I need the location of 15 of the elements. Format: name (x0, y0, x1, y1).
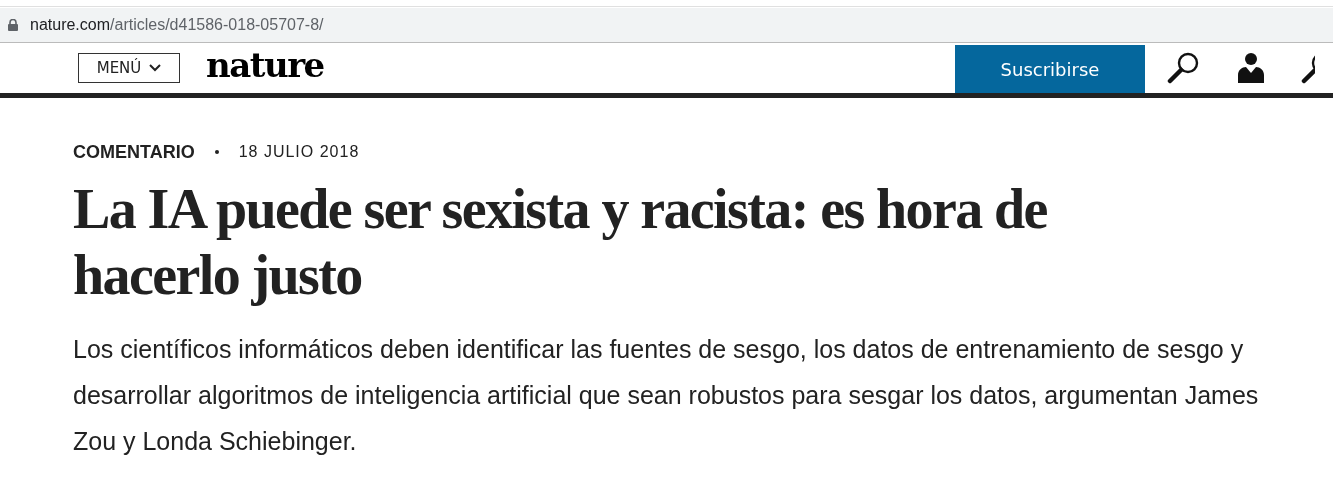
article-type[interactable]: COMENTARIO (73, 141, 195, 163)
subscribe-button[interactable]: Suscribirse (955, 45, 1145, 93)
address-bar[interactable]: nature.com/articles/d41586-018-05707-8/ (0, 8, 1333, 43)
menu-button[interactable]: MENÚ (78, 53, 180, 83)
logo[interactable]: nature (206, 48, 324, 82)
article-standfirst: Los científicos informáticos deben identificar las fuentes de sesgo, los datos de entrenamiento de sesgo y desarrollar algoritmos de inteligencia artificial que sean robustos para sesgar los datos, argumentan James Zou y Londa Schiebinger. (73, 334, 1260, 457)
url-host: nature.com (30, 16, 111, 33)
search-icon[interactable] (1167, 51, 1201, 85)
article-title: La IA puede ser sexista y racista: es hora de hacerlo justo (73, 177, 1048, 308)
url-path: /articles/d41586-018-05707-8/ (110, 16, 324, 33)
user-icon[interactable] (1237, 52, 1265, 84)
separator-dot (214, 150, 219, 154)
chevron-down-icon (149, 64, 162, 72)
lock-icon (8, 19, 18, 31)
article-date: 18 JULIO 2018 (238, 143, 360, 161)
